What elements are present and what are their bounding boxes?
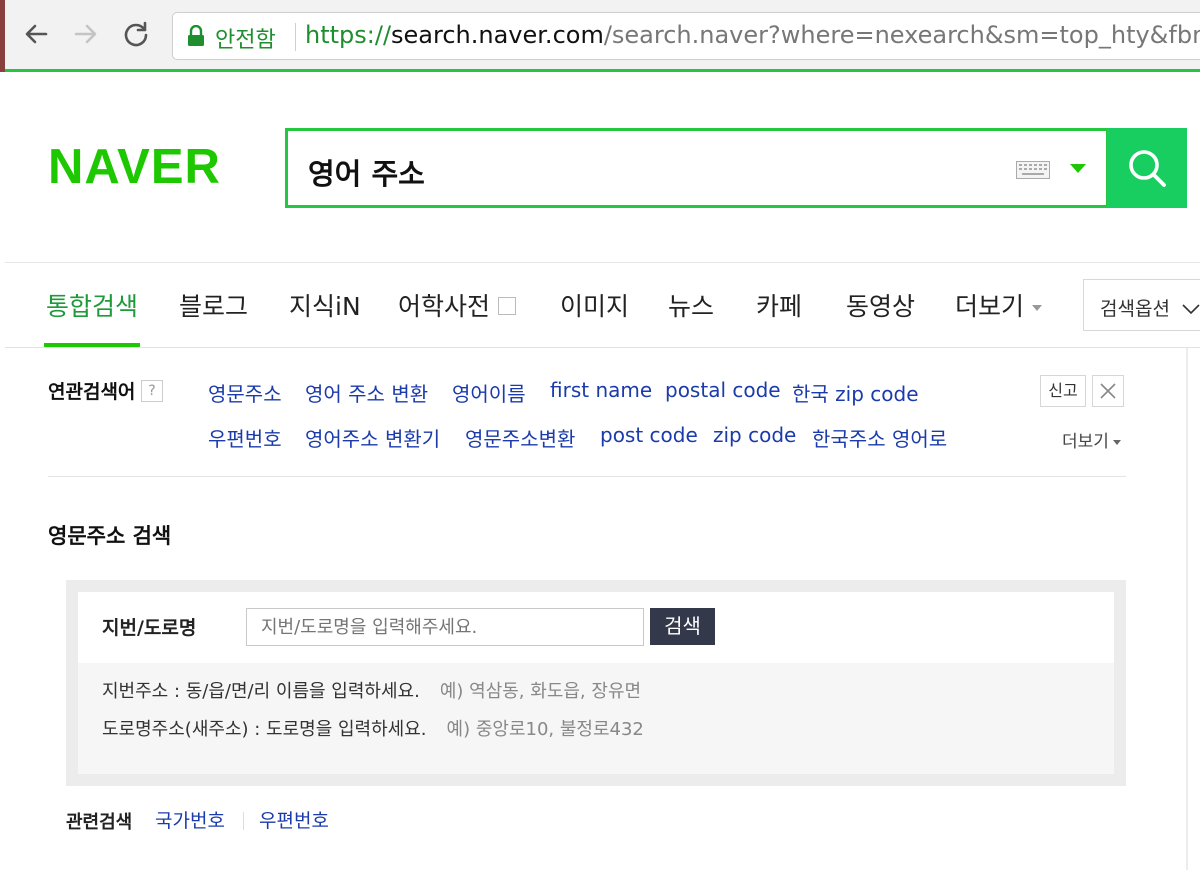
related-keyword[interactable]: 한국주소 영어로 [812,423,947,452]
address-form: 지번/도로명 검색 [78,592,1114,664]
english-address-title: 영문주소 검색 [48,524,172,548]
help-text: 도로명주소(새주소) : 도로명을 입력하세요. [102,719,427,740]
caret-down-icon [1032,305,1043,311]
url-host: search.naver.com [391,21,604,49]
tab-more[interactable]: 더보기 [955,287,1043,323]
address-divider [295,23,296,51]
close-icon [1100,383,1116,399]
help-example: 예) 중앙로10, 불정로432 [446,719,644,740]
address-bar[interactable]: 안전함 https://search.naver.com/search.nave… [172,12,1200,60]
chevron-down-icon [1182,304,1200,315]
browser-toolbar: 안전함 https://search.naver.com/search.nave… [0,0,1200,72]
related-keyword[interactable]: 영어이름 [452,378,526,407]
report-button[interactable]: 신고 [1040,375,1086,407]
related-keyword[interactable]: zip code [713,423,796,447]
search-options-label: 검색옵션 [1100,298,1170,320]
widget-panel: 지번/도로명 검색 지번주소 : 동/읍/면/리 이름을 입력하세요. 예) 역삼… [78,592,1114,774]
help-example: 예) 역삼동, 화도읍, 장유면 [439,681,642,702]
related-search-link[interactable]: 우편번호 [259,806,329,833]
related-more-button[interactable]: 더보기 [1062,427,1121,452]
tab-dictionary-label: 어학사전 [398,292,491,321]
close-related-button[interactable] [1092,375,1124,407]
reload-icon [124,21,148,47]
tab-cafe[interactable]: 카페 [756,287,802,323]
url-path: /search.naver?where=nexearch&sm=top_hty&… [603,21,1200,49]
related-keyword[interactable]: first name [550,378,652,402]
autocomplete-toggle[interactable] [1070,164,1086,173]
tab-video[interactable]: 동영상 [846,287,915,323]
address-help: 지번주소 : 동/읍/면/리 이름을 입력하세요. 예) 역삼동, 화도읍, 장유… [78,663,1114,774]
related-keyword[interactable]: 영어 주소 변환 [305,378,428,407]
related-keywords-title: 연관검색어 [48,381,136,403]
related-keyword[interactable]: 영문주소 [208,378,282,407]
related-search-title: 관련검색 [66,812,133,833]
search-button[interactable] [1107,128,1187,208]
reload-button[interactable] [116,14,156,54]
back-arrow-icon [25,24,48,44]
address-search-button[interactable]: 검색 [650,608,715,645]
search-icon [1129,150,1166,187]
tab-more-label: 더보기 [955,292,1025,321]
related-keyword[interactable]: 우편번호 [208,423,282,452]
external-window-icon [498,297,517,315]
back-button[interactable] [16,14,56,54]
forward-button[interactable] [66,14,106,54]
help-text: 지번주소 : 동/읍/면/리 이름을 입력하세요. [102,681,420,702]
tabs-divider [5,347,1200,348]
related-keyword[interactable]: postal code [665,378,781,402]
search-input[interactable]: 영어 주소 [308,151,425,193]
naver-logo[interactable]: NAVER [48,142,221,192]
english-address-widget: 지번/도로명 검색 지번주소 : 동/읍/면/리 이름을 입력하세요. 예) 역삼… [66,580,1126,786]
related-more-label: 더보기 [1062,432,1109,452]
related-search-link[interactable]: 국가번호 [155,806,225,833]
lock-icon [188,25,204,46]
caret-down-icon [1112,439,1121,445]
tab-integrated-search[interactable]: 통합검색 [46,287,138,323]
search-tabs: 통합검색 블로그 지식iN 어학사전 이미지 뉴스 카페 동영상 더보기 [0,263,1200,347]
help-icon[interactable]: ? [141,380,163,402]
security-label: 안전함 [215,28,276,53]
right-column-rule [1186,348,1188,870]
search-options-button[interactable]: 검색옵션 [1083,279,1200,331]
tab-news[interactable]: 뉴스 [668,287,714,323]
related-keyword[interactable]: 영문주소변환 [465,423,575,452]
address-input[interactable] [246,608,644,646]
url-scheme: https:// [305,21,392,49]
help-row-jibun: 지번주소 : 동/읍/면/리 이름을 입력하세요. 예) 역삼동, 화도읍, 장유… [102,677,641,703]
tab-dictionary[interactable]: 어학사전 [398,287,517,323]
tab-knowledge-in[interactable]: 지식iN [289,287,361,323]
related-keyword[interactable]: 영어주소 변환기 [305,423,440,452]
tab-images[interactable]: 이미지 [560,287,629,323]
search-box[interactable]: 영어 주소 [285,128,1109,208]
keyboard-icon[interactable] [1016,161,1050,179]
link-separator [243,812,244,830]
help-row-road: 도로명주소(새주소) : 도로명을 입력하세요. 예) 중앙로10, 불정로432 [102,715,644,741]
related-keyword[interactable]: 한국 zip code [792,378,919,407]
address-field-label: 지번/도로명 [102,617,197,639]
forward-arrow-icon [74,24,97,44]
tab-blog[interactable]: 블로그 [179,287,248,323]
section-divider [48,476,1126,477]
url-text: https://search.naver.com/search.naver?wh… [305,21,1200,49]
related-keyword[interactable]: post code [600,423,698,447]
window-edge [0,0,5,72]
